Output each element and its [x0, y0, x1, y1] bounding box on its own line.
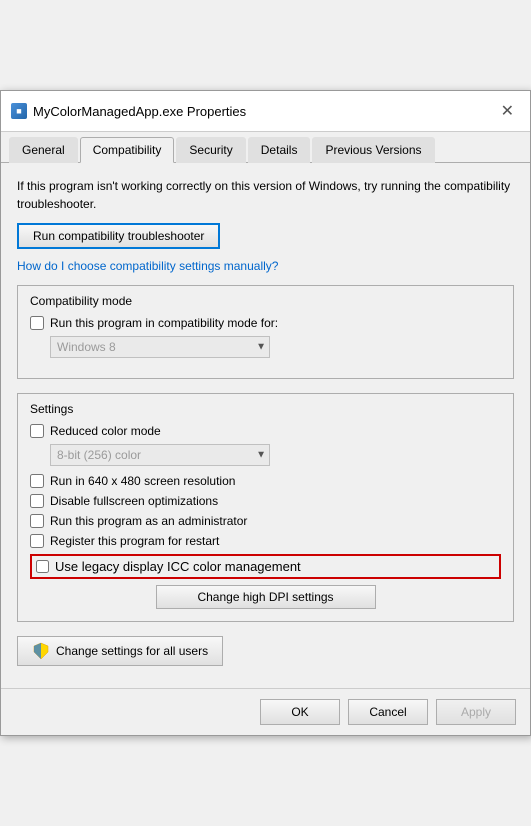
compatibility-mode-section: Compatibility mode Run this program in c… — [17, 285, 514, 379]
compat-mode-dropdown-wrapper: Windows 8 Windows 7 Windows Vista (SP2) … — [50, 336, 270, 358]
all-users-button[interactable]: Change settings for all users — [17, 636, 223, 666]
tab-previous-versions[interactable]: Previous Versions — [312, 137, 434, 163]
admin-checkbox[interactable] — [30, 514, 44, 528]
compat-mode-dropdown[interactable]: Windows 8 Windows 7 Windows Vista (SP2) … — [50, 336, 270, 358]
resolution-checkbox[interactable] — [30, 474, 44, 488]
fullscreen-checkbox[interactable] — [30, 494, 44, 508]
admin-label[interactable]: Run this program as an administrator — [50, 514, 247, 528]
title-bar-left: ■ MyColorManagedApp.exe Properties — [11, 103, 246, 119]
apply-button[interactable]: Apply — [436, 699, 516, 725]
icc-highlight-row: Use legacy display ICC color management — [30, 554, 501, 579]
app-icon: ■ — [11, 103, 27, 119]
tab-security[interactable]: Security — [176, 137, 245, 163]
admin-row: Run this program as an administrator — [30, 514, 501, 528]
color-depth-dropdown[interactable]: 8-bit (256) color 16-bit color — [50, 444, 270, 466]
properties-window: ■ MyColorManagedApp.exe Properties ✕ Gen… — [0, 90, 531, 736]
fullscreen-label[interactable]: Disable fullscreen optimizations — [50, 494, 218, 508]
reduced-color-checkbox[interactable] — [30, 424, 44, 438]
tab-compatibility[interactable]: Compatibility — [80, 137, 175, 163]
reduced-color-row: Reduced color mode — [30, 424, 501, 438]
fullscreen-row: Disable fullscreen optimizations — [30, 494, 501, 508]
compat-mode-checkbox-row: Run this program in compatibility mode f… — [30, 316, 501, 330]
shield-icon — [32, 642, 50, 660]
color-dropdown-wrapper: 8-bit (256) color 16-bit color ▼ — [50, 444, 270, 466]
tab-bar: General Compatibility Security Details P… — [1, 132, 530, 163]
resolution-row: Run in 640 x 480 screen resolution — [30, 474, 501, 488]
info-text: If this program isn't working correctly … — [17, 177, 514, 213]
close-button[interactable]: ✕ — [495, 99, 520, 123]
icc-checkbox[interactable] — [36, 560, 49, 573]
ok-button[interactable]: OK — [260, 699, 340, 725]
settings-section: Settings Reduced color mode 8-bit (256) … — [17, 393, 514, 622]
restart-row: Register this program for restart — [30, 534, 501, 548]
change-dpi-button[interactable]: Change high DPI settings — [156, 585, 376, 609]
window-title: MyColorManagedApp.exe Properties — [33, 104, 246, 119]
run-troubleshooter-button[interactable]: Run compatibility troubleshooter — [17, 223, 220, 249]
help-link[interactable]: How do I choose compatibility settings m… — [17, 259, 514, 273]
tab-content: If this program isn't working correctly … — [1, 163, 530, 688]
restart-label[interactable]: Register this program for restart — [50, 534, 219, 548]
tab-general[interactable]: General — [9, 137, 78, 163]
settings-label: Settings — [30, 402, 501, 416]
compat-mode-checkbox-label[interactable]: Run this program in compatibility mode f… — [50, 316, 278, 330]
tab-details[interactable]: Details — [248, 137, 311, 163]
restart-checkbox[interactable] — [30, 534, 44, 548]
compat-mode-label: Compatibility mode — [30, 294, 501, 308]
cancel-button[interactable]: Cancel — [348, 699, 428, 725]
reduced-color-label[interactable]: Reduced color mode — [50, 424, 161, 438]
all-users-row: Change settings for all users — [17, 636, 514, 666]
dpi-button-row: Change high DPI settings — [30, 585, 501, 609]
title-bar: ■ MyColorManagedApp.exe Properties ✕ — [1, 91, 530, 132]
icc-label[interactable]: Use legacy display ICC color management — [55, 559, 301, 574]
resolution-label[interactable]: Run in 640 x 480 screen resolution — [50, 474, 235, 488]
footer-buttons: OK Cancel Apply — [1, 688, 530, 735]
compat-mode-checkbox[interactable] — [30, 316, 44, 330]
all-users-label: Change settings for all users — [56, 644, 208, 658]
